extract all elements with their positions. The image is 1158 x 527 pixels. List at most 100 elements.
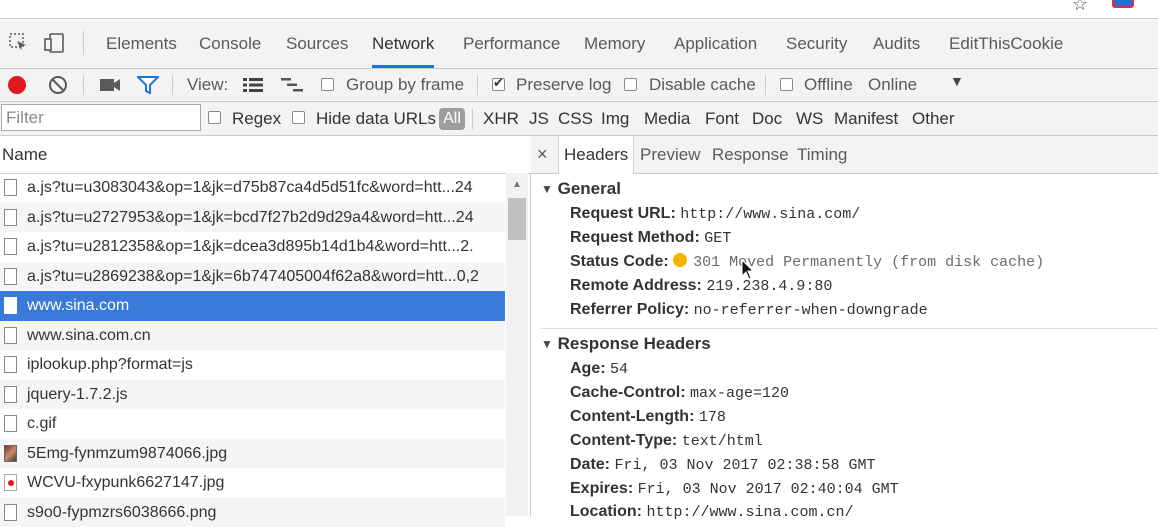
image-thumbnail-icon — [4, 474, 17, 491]
filter-type-media[interactable]: Media — [644, 102, 690, 135]
response-header-row: Expires: Fri, 03 Nov 2017 02:40:04 GMT — [570, 480, 899, 498]
request-row[interactable]: a.js?tu=u2812358&op=1&jk=dcea3d895b14d1b… — [0, 232, 505, 262]
bookmark-star-icon[interactable]: ☆ — [1072, 0, 1088, 15]
filter-type-manifest[interactable]: Manifest — [834, 102, 898, 135]
request-method-row: Request Method: GET — [570, 229, 731, 247]
tab-memory[interactable]: Memory — [584, 19, 645, 68]
request-details-pane: × Headers Preview Response Timing ▼ Gene… — [531, 136, 1158, 516]
tab-timing[interactable]: Timing — [797, 136, 847, 173]
clear-icon[interactable] — [48, 75, 68, 100]
offline-checkbox[interactable] — [780, 78, 793, 91]
tab-audits[interactable]: Audits — [873, 19, 920, 68]
request-row[interactable]: c.gif — [0, 409, 505, 439]
file-icon — [4, 327, 17, 344]
request-row[interactable]: a.js?tu=u3083043&op=1&jk=d75b87ca4d5d51f… — [0, 173, 505, 203]
preserve-log-checkbox[interactable] — [492, 78, 505, 91]
request-row[interactable]: a.js?tu=u2869238&op=1&jk=6b747405004f62a… — [0, 262, 505, 292]
filter-type-ws[interactable]: WS — [796, 102, 823, 135]
file-icon — [4, 504, 17, 521]
regex-label: Regex — [232, 102, 281, 135]
throttling-select[interactable]: Online — [868, 69, 917, 101]
capture-screenshots-icon[interactable] — [99, 77, 121, 98]
extension-icon[interactable] — [1112, 0, 1134, 8]
triangle-down-icon: ▼ — [541, 182, 553, 196]
tab-editthiscookie[interactable]: EditThisCookie — [949, 19, 1063, 68]
view-label: View: — [187, 69, 228, 101]
tab-response[interactable]: Response — [712, 136, 789, 173]
response-header-row: Content-Length: 178 — [570, 408, 726, 426]
devtools-tab-bar: Elements Console Sources Network Perform… — [0, 19, 1158, 69]
request-url-row: Request URL: http://www.sina.com/ — [570, 205, 860, 223]
request-list-pane: Name a.js?tu=u3083043&op=1&jk=d75b87ca4d… — [0, 136, 531, 516]
tab-console[interactable]: Console — [199, 19, 261, 68]
filter-input[interactable] — [1, 104, 201, 131]
tab-application[interactable]: Application — [674, 19, 757, 68]
filter-type-doc[interactable]: Doc — [752, 102, 782, 135]
preserve-log-label: Preserve log — [516, 69, 611, 101]
filter-type-font[interactable]: Font — [705, 102, 739, 135]
waterfall-icon[interactable] — [281, 77, 305, 98]
tab-security[interactable]: Security — [786, 19, 847, 68]
status-code-row: Status Code: 301 Moved Permanently (from… — [570, 253, 1044, 271]
details-tab-bar: × Headers Preview Response Timing — [531, 136, 1158, 174]
device-toolbar-icon[interactable] — [44, 32, 66, 59]
filter-type-css[interactable]: CSS — [558, 102, 593, 135]
regex-checkbox[interactable] — [208, 111, 221, 124]
filter-type-xhr[interactable]: XHR — [483, 102, 519, 135]
scroll-thumb[interactable] — [508, 198, 526, 240]
filter-type-all[interactable]: All — [439, 108, 465, 130]
mouse-cursor-icon — [741, 259, 755, 286]
chevron-down-icon[interactable]: ▼ — [950, 73, 964, 89]
file-icon — [4, 356, 17, 373]
image-thumbnail-icon — [4, 445, 17, 462]
browser-toolbar-strip: ☆ — [0, 0, 1158, 19]
hide-data-urls-checkbox[interactable] — [292, 111, 305, 124]
response-headers-section-header[interactable]: ▼ Response Headers — [541, 334, 711, 354]
file-icon — [4, 238, 17, 255]
filter-type-img[interactable]: Img — [601, 102, 629, 135]
request-row[interactable]: www.sina.com.cn — [0, 321, 505, 351]
tab-sources[interactable]: Sources — [286, 19, 348, 68]
name-column-header[interactable]: Name — [0, 136, 532, 174]
request-row[interactable]: s9o0-fypmzrs6038666.png — [0, 498, 505, 527]
disable-cache-label: Disable cache — [649, 69, 756, 101]
file-icon — [4, 268, 17, 285]
record-icon[interactable] — [8, 76, 26, 94]
referrer-policy-row: Referrer Policy: no-referrer-when-downgr… — [570, 301, 928, 319]
large-rows-icon[interactable] — [243, 77, 263, 98]
request-row[interactable]: jquery-1.7.2.js — [0, 380, 505, 410]
response-header-row: Cache-Control: max-age=120 — [570, 384, 789, 402]
file-icon — [4, 209, 17, 226]
tab-headers[interactable]: Headers — [558, 136, 634, 174]
tab-preview[interactable]: Preview — [640, 136, 700, 173]
request-list-scrollbar[interactable]: ▲ — [506, 173, 528, 516]
request-row[interactable]: 5Emg-fynmzum9874066.jpg — [0, 439, 505, 469]
filter-type-js[interactable]: JS — [529, 102, 549, 135]
tab-elements[interactable]: Elements — [106, 19, 177, 68]
tab-performance[interactable]: Performance — [463, 19, 560, 68]
file-icon — [4, 386, 17, 403]
remote-address-row: Remote Address: 219.238.4.9:80 — [570, 277, 832, 295]
disable-cache-checkbox[interactable] — [624, 78, 637, 91]
file-icon — [4, 179, 17, 196]
general-section-header[interactable]: ▼ General — [541, 179, 621, 199]
hide-data-urls-label: Hide data URLs — [316, 102, 436, 135]
request-row[interactable]: iplookup.php?format=js — [0, 350, 505, 380]
offline-label: Offline — [804, 69, 853, 101]
status-dot-icon — [673, 253, 687, 267]
tab-network[interactable]: Network — [372, 19, 434, 68]
close-icon[interactable]: × — [537, 136, 548, 173]
group-by-frame-checkbox[interactable] — [321, 78, 334, 91]
inspect-element-icon[interactable] — [9, 33, 29, 58]
triangle-down-icon: ▼ — [541, 337, 553, 351]
response-header-row: Age: 54 — [570, 360, 628, 378]
filter-bar: Regex Hide data URLs All XHR JS CSS Img … — [0, 102, 1158, 136]
filter-type-other[interactable]: Other — [912, 102, 955, 135]
request-row[interactable]: WCVU-fxypunk6627147.jpg — [0, 468, 505, 498]
request-row[interactable]: a.js?tu=u2727953&op=1&jk=bcd7f27b2d9d29a… — [0, 203, 505, 233]
filter-icon[interactable] — [137, 76, 159, 99]
request-row-selected[interactable]: www.sina.com — [0, 291, 505, 321]
group-by-frame-label: Group by frame — [346, 69, 464, 101]
scroll-up-arrow-icon[interactable]: ▲ — [512, 179, 522, 190]
network-toolbar: View: Group by frame Preserve log Disabl… — [0, 69, 1158, 102]
